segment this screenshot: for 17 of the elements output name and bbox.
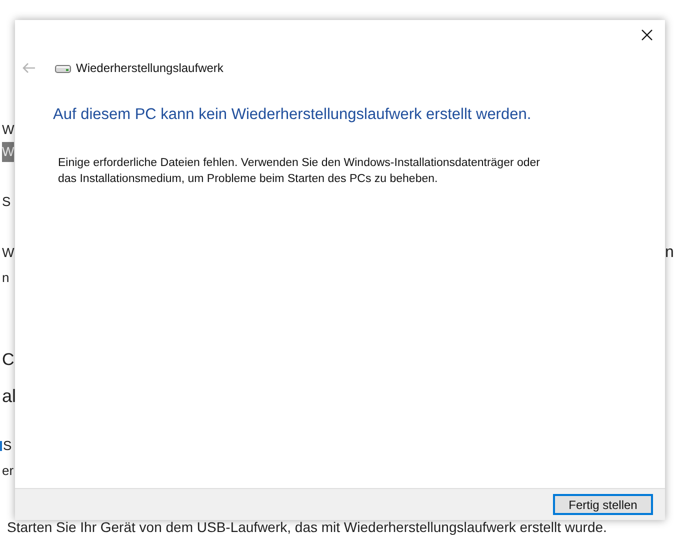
close-icon[interactable]: [641, 29, 653, 41]
dialog-heading: Auf diesem PC kann kein Wiederherstellungslaufwerk erstellt werden.: [53, 106, 532, 124]
page-text: er: [2, 462, 14, 480]
page-text: C: [2, 350, 14, 370]
page-text: S: [3, 437, 12, 455]
page-text: n: [2, 269, 10, 287]
finish-button[interactable]: Fertig stellen: [553, 494, 653, 515]
page-text: W: [2, 121, 14, 139]
window-title: Wiederherstellungslaufwerk: [76, 61, 224, 75]
page-text: S: [2, 193, 11, 211]
page-text: W: [2, 244, 14, 262]
page-text: n: [665, 244, 674, 262]
drive-icon: [55, 64, 71, 72]
dialog-message: Einige erforderliche Dateien fehlen. Verwenden Sie den Windows-Installationsdatenträger oder das Installationsmedium, um Probleme beim Starten des PCs zu beheben.: [58, 156, 542, 187]
page-text: Starten Sie Ihr Gerät von dem USB-Laufwerk, das mit Wiederherstellungslaufwerk erstellt wurde.: [7, 520, 607, 535]
page-text: al: [2, 385, 16, 408]
link-marker: [0, 441, 2, 451]
